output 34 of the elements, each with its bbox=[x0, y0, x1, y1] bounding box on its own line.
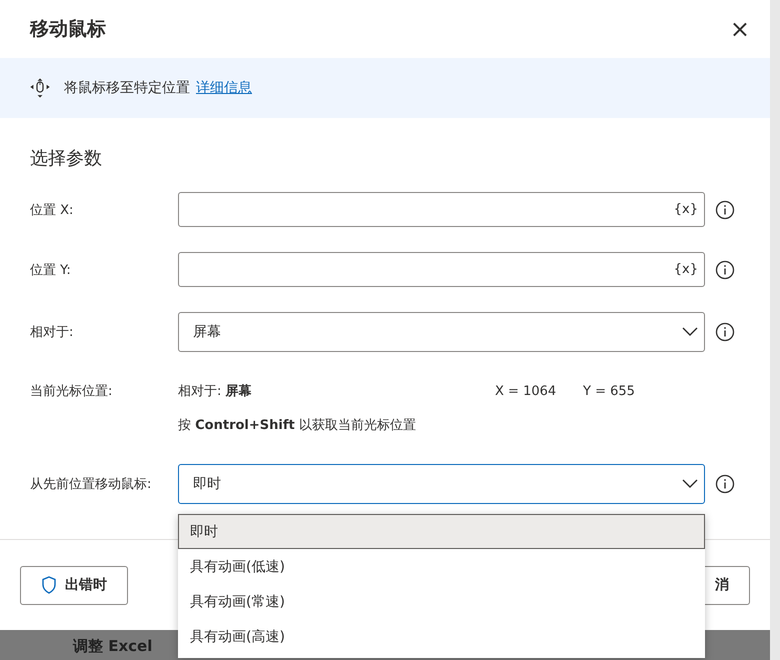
info-icon[interactable] bbox=[715, 200, 735, 220]
banner-text: 将鼠标移至特定位置 详细信息 bbox=[64, 79, 252, 97]
details-link[interactable]: 详细信息 bbox=[196, 80, 252, 96]
field-label: 当前光标位置: bbox=[30, 383, 114, 400]
dropdown-option[interactable]: 具有动画(高速) bbox=[178, 619, 705, 654]
field-label: 位置 X: bbox=[30, 202, 74, 218]
info-icon[interactable] bbox=[715, 474, 735, 494]
shield-icon bbox=[41, 576, 57, 594]
dropdown-option[interactable]: 即时 bbox=[178, 514, 705, 549]
chevron-down-icon bbox=[682, 327, 698, 337]
y-value: Y = 655 bbox=[583, 384, 635, 398]
hint-text: 按 Control+Shift 以获取当前光标位置 bbox=[178, 417, 416, 434]
variable-button[interactable]: {x} bbox=[674, 202, 698, 217]
dialog-title: 移动鼠标 bbox=[30, 17, 106, 42]
x-value: X = 1064 bbox=[495, 384, 558, 398]
input-field[interactable]: {x} bbox=[178, 192, 705, 227]
field-label: 从先前位置移动鼠标: bbox=[30, 476, 152, 493]
dropdown-option[interactable]: 具有动画(常速) bbox=[178, 584, 705, 619]
info-icon[interactable] bbox=[715, 260, 735, 280]
on-error-button[interactable]: 出错时 bbox=[20, 566, 128, 604]
background-text: 调整 Excel bbox=[73, 637, 152, 656]
info-icon[interactable] bbox=[715, 322, 735, 342]
close-button[interactable]: × bbox=[726, 15, 754, 43]
input-field[interactable]: {x} bbox=[178, 252, 705, 287]
mouse-move-icon bbox=[30, 78, 50, 98]
select-field[interactable]: 屏幕 bbox=[178, 312, 705, 352]
variable-button[interactable]: {x} bbox=[674, 262, 698, 277]
section-title: 选择参数 bbox=[29, 147, 103, 171]
chevron-down-icon bbox=[682, 479, 698, 489]
dropdown-option[interactable]: 具有动画(低速) bbox=[178, 549, 705, 584]
field-label: 位置 Y: bbox=[30, 262, 72, 278]
select-field[interactable]: 即时 bbox=[178, 464, 705, 504]
field-label: 相对于: bbox=[30, 324, 74, 341]
relative-text: 相对于: 屏幕 bbox=[178, 383, 253, 400]
